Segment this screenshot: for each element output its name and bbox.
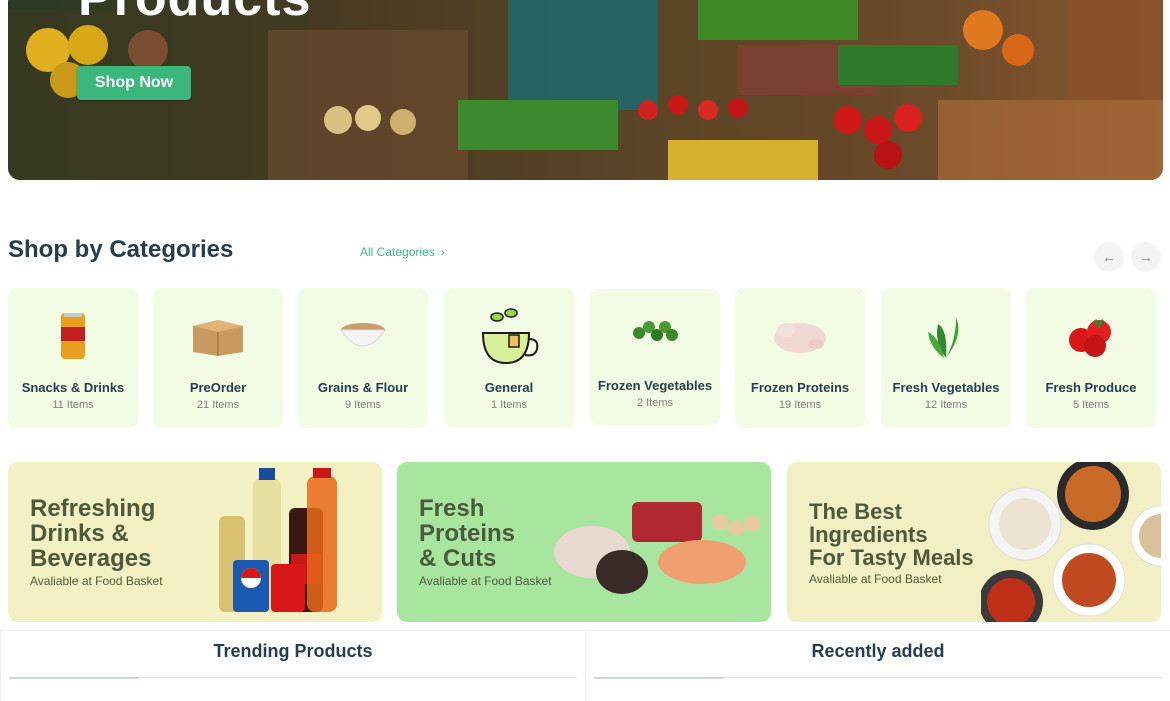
- next-arrow-button[interactable]: →: [1131, 242, 1161, 272]
- category-name: General: [484, 380, 534, 395]
- category-carousel: Snacks & Drinks 11 Items PreOrder 21 Ite…: [8, 288, 1168, 428]
- category-card-frozen-vegetables[interactable]: Frozen Vegetables 2 Items: [590, 289, 720, 425]
- category-card-grains-flour[interactable]: Grains & Flour 9 Items: [298, 288, 428, 428]
- tomato-icon: [1026, 306, 1156, 366]
- promo-ingredients-banner[interactable]: The Best Ingredients For Tasty Meals Avali…: [787, 462, 1161, 622]
- hero-title: Products: [78, 0, 311, 28]
- prev-arrow-button[interactable]: ←: [1094, 242, 1124, 272]
- tab-label: Recently added: [811, 641, 945, 661]
- category-name: Grains & Flour: [317, 380, 409, 395]
- tea-cup-icon: [444, 306, 574, 366]
- category-card-fresh-vegetables[interactable]: Fresh Vegetables 12 Items: [881, 288, 1011, 428]
- leafy-greens-icon: [881, 306, 1011, 366]
- tab-indicator: [9, 677, 139, 679]
- chevron-right-icon: ›: [440, 245, 445, 259]
- all-categories-link[interactable]: All Categories ›: [360, 245, 445, 259]
- promo-drinks-banner[interactable]: Refreshing Drinks & Beverages Avaliable at…: [8, 462, 382, 622]
- tab-recently-added[interactable]: Recently added: [585, 630, 1170, 701]
- tab-indicator: [594, 677, 724, 679]
- category-card-frozen-proteins[interactable]: Frozen Proteins 19 Items: [735, 288, 865, 428]
- promo-proteins-banner[interactable]: Fresh Proteins & Cuts Avaliable at Food Ba…: [397, 462, 771, 622]
- soda-can-icon: [8, 306, 138, 366]
- arrow-right-icon: →: [1139, 249, 1153, 265]
- tab-label: Trending Products: [213, 641, 373, 661]
- meals-image: [981, 462, 1161, 622]
- all-categories-label: All Categories: [360, 245, 435, 259]
- category-name: PreOrder: [189, 380, 247, 395]
- promo-subtitle: Avaliable at Food Basket: [419, 574, 552, 588]
- categories-title: Shop by Categories: [8, 236, 234, 263]
- promo-title: Refreshing Drinks & Beverages: [30, 495, 156, 572]
- promo-title: Fresh Proteins & Cuts: [419, 495, 516, 572]
- promo-title: The Best Ingredients For Tasty Meals: [809, 499, 974, 570]
- tab-trending-products[interactable]: Trending Products: [0, 630, 586, 701]
- category-name: Fresh Vegetables: [892, 380, 1000, 395]
- chicken-icon: [735, 306, 865, 366]
- drinks-bottles-image: [219, 468, 337, 612]
- promo-subtitle: Avaliable at Food Basket: [30, 574, 163, 588]
- grain-bowl-icon: [298, 306, 428, 366]
- arrow-left-icon: ←: [1102, 249, 1116, 265]
- category-card-preorder[interactable]: PreOrder 21 Items: [153, 288, 283, 428]
- category-name: Snacks & Drinks: [21, 380, 125, 395]
- category-name: Frozen Proteins: [750, 380, 850, 395]
- category-count: 21 Items: [196, 399, 240, 411]
- meats-image: [554, 502, 760, 594]
- category-count: 12 Items: [924, 399, 968, 411]
- category-count: 19 Items: [778, 399, 822, 411]
- category-card-general[interactable]: General 1 Items: [444, 288, 574, 428]
- category-count: 5 Items: [1072, 399, 1110, 411]
- category-card-snacks-drinks[interactable]: Snacks & Drinks 11 Items: [8, 288, 138, 428]
- category-name: Fresh Produce: [1045, 380, 1137, 395]
- okra-icon: [590, 301, 720, 361]
- box-icon: [153, 306, 283, 366]
- shop-now-button[interactable]: Shop Now: [77, 66, 191, 100]
- promo-subtitle: Avaliable at Food Basket: [809, 572, 942, 586]
- category-name: Frozen Vegetables: [597, 378, 713, 393]
- category-count: 2 Items: [636, 397, 674, 409]
- category-count: 9 Items: [344, 399, 382, 411]
- hero-banner: Products Shop Now: [8, 0, 1163, 180]
- category-card-fresh-produce[interactable]: Fresh Produce 5 Items: [1026, 288, 1156, 428]
- category-count: 11 Items: [52, 399, 94, 411]
- category-count: 1 Items: [490, 399, 528, 411]
